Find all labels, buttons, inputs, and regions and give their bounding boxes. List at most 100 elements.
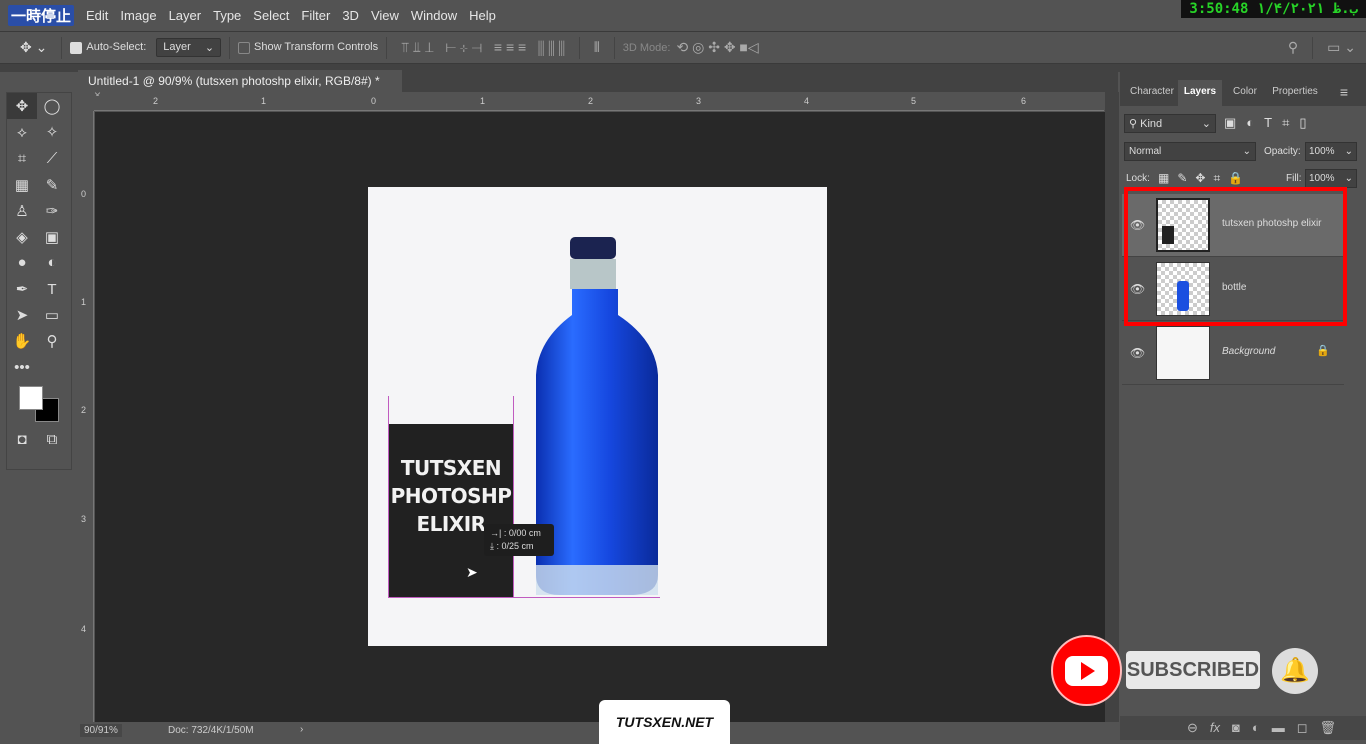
zoom-tool-icon[interactable]: ⚲ [37, 328, 67, 354]
stamp-tool-icon[interactable]: ♙ [7, 198, 37, 224]
pen-tool-icon[interactable]: ✒ [7, 276, 37, 302]
trash-icon[interactable]: 🗑 [1319, 720, 1336, 740]
app-logo: 一時停止 [8, 4, 75, 26]
layers-footer: ⊖ fx ◙ ◐ ▬ ◻ 🗑 [1120, 716, 1366, 740]
highlight-box [1124, 187, 1347, 326]
eraser-icon[interactable]: ◈ [7, 224, 37, 250]
menu-3d[interactable]: 3D [342, 8, 359, 23]
guide-line [513, 396, 514, 598]
hand-tool-icon[interactable]: ✋ [7, 328, 37, 354]
tab-character[interactable]: Character [1126, 80, 1178, 106]
auto-select-dropdown[interactable]: Layer ⌄ [156, 38, 222, 57]
ruler-label: 1 [81, 297, 87, 307]
panel-menu-icon[interactable]: ≡ [1334, 80, 1354, 106]
bell-icon[interactable]: 🔔 [1272, 648, 1318, 694]
ruler-label: 3 [81, 514, 87, 524]
tab-properties[interactable]: Properties [1266, 80, 1324, 106]
status-bar: 90/91% Doc: 732/4K/1/50M › [78, 722, 1108, 740]
zoom-level[interactable]: 90/91% [80, 724, 122, 737]
visibility-eye-icon[interactable]: 👁 [1130, 346, 1145, 360]
path-select-icon[interactable]: ➤ [7, 302, 37, 328]
ruler-label: 2 [588, 96, 594, 106]
link-layers-icon[interactable]: ⊖ [1187, 720, 1198, 740]
subscribed-button[interactable]: SUBSCRIBED [1126, 651, 1260, 689]
text-line: TUTSXEN [400, 456, 502, 480]
move-tool-icon[interactable]: ✥ [7, 93, 37, 119]
quick-mask-icon[interactable]: ◘ [7, 426, 37, 452]
lock-icons[interactable]: ▦✎✥⌗🔒 [1158, 171, 1251, 186]
eyedropper-icon[interactable]: ⟋ [37, 146, 67, 172]
ruler-label: 6 [1021, 96, 1027, 106]
opacity-value: 100% [1309, 146, 1335, 157]
distribute-icon[interactable]: ⫴ [594, 39, 600, 56]
ruler-label: 5 [911, 96, 917, 106]
auto-select-checkbox[interactable]: Auto-Select: [70, 41, 146, 54]
menu-type[interactable]: Type [213, 8, 241, 23]
screen-mode-icon[interactable]: ⧉ [37, 426, 67, 452]
ruler-label: 1 [480, 96, 486, 106]
menu-bar: 一時停止 Edit Image Layer Type Select Filter… [0, 0, 1366, 30]
ruler-label: 0 [81, 189, 87, 199]
youtube-logo[interactable] [1051, 635, 1122, 706]
lock-icon: 🔒 [1316, 345, 1330, 357]
blend-mode-dropdown[interactable]: Normal ⌄ [1124, 142, 1256, 161]
document-tab[interactable]: Untitled-1 @ 90/9% (tutsxen photoshp eli… [78, 70, 402, 102]
3d-mode-icons[interactable]: ⟲ ◎ ✣ ✥ ■◁ [676, 39, 758, 56]
layer-filter-icons[interactable]: ▣◐T⌗▯ [1224, 115, 1317, 131]
menu-filter[interactable]: Filter [301, 8, 330, 23]
vertical-scrollbar[interactable] [1105, 92, 1119, 722]
menu-view[interactable]: View [371, 8, 399, 23]
magic-wand-icon[interactable]: ✧ [37, 119, 67, 145]
fill-label: Fill: [1286, 173, 1302, 184]
group-folder-icon[interactable]: ▬ [1272, 720, 1285, 740]
workspace-icon[interactable]: ▭ ⌄ [1327, 39, 1356, 56]
menu-image[interactable]: Image [120, 8, 156, 23]
status-menu-arrow-icon[interactable]: › [300, 724, 303, 735]
menu-window[interactable]: Window [411, 8, 457, 23]
mask-icon[interactable]: ◙ [1232, 720, 1240, 740]
crop-tool-icon[interactable]: ⌗ [7, 146, 37, 172]
foreground-color-swatch[interactable] [19, 386, 43, 410]
vertical-ruler: 0 1 2 3 4 [78, 111, 94, 722]
menu-select[interactable]: Select [253, 8, 289, 23]
type-tool-icon[interactable]: T [37, 276, 67, 302]
healing-brush-icon[interactable]: ▦ [7, 172, 37, 198]
dodge-tool-icon[interactable]: ◐ [37, 250, 67, 276]
ruler-label: 4 [804, 96, 810, 106]
more-tools-icon[interactable]: ••• [7, 354, 37, 380]
layer-name[interactable]: Background [1222, 346, 1275, 357]
move-tool-icon[interactable]: ✥ ⌄ [20, 39, 47, 56]
new-layer-icon[interactable]: ◻ [1297, 720, 1308, 740]
ruler-label: 4 [81, 624, 87, 634]
cursor-icon: ➤ [466, 564, 478, 580]
fill-value: 100% [1309, 173, 1335, 184]
text-layer-box[interactable]: TUTSXEN PHOTOSHP ELIXIR [389, 424, 513, 597]
search-icon[interactable]: ⚲ [1288, 39, 1298, 56]
lasso-tool-icon[interactable]: ⟡ [7, 120, 37, 146]
rectangle-tool-icon[interactable]: ▭ [37, 302, 67, 328]
adjustment-icon[interactable]: ◐ [1252, 720, 1260, 740]
gradient-icon[interactable]: ▣ [37, 224, 67, 250]
tab-layers[interactable]: Layers [1178, 80, 1222, 106]
menu-edit[interactable]: Edit [86, 8, 108, 23]
text-line: PHOTOSHP [390, 484, 512, 508]
menu-help[interactable]: Help [469, 8, 496, 23]
tools-panel: ✥ ◯ ⟡ ✧ ⌗ ⟋ ▦ ✎ ♙ ✑ ◈ ▣ ● ◐ ✒ T ➤ ▭ ✋ ⚲ ••• ◘ ⧉ [6, 92, 72, 470]
layer-row-background[interactable]: 👁 Background 🔒 [1122, 322, 1344, 385]
blur-tool-icon[interactable]: ● [7, 250, 37, 276]
doc-size: Doc: 732/4K/1/50M [168, 725, 254, 736]
marquee-tool-icon[interactable]: ◯ [37, 93, 67, 119]
ruler-label: 2 [153, 96, 159, 106]
show-transform-checkbox[interactable]: Show Transform Controls [238, 41, 378, 54]
menu-layer[interactable]: Layer [169, 8, 202, 23]
align-icons[interactable]: ⫪ ⫫ ⊥ ⊢ ⊹ ⊣ ≡ ≡ ≡ ⫼ ⫼ ⫼ [401, 39, 565, 56]
blend-mode-value: Normal [1129, 146, 1162, 157]
opacity-field[interactable]: 100% ⌄ [1305, 142, 1357, 161]
brush-tool-icon[interactable]: ✎ [37, 172, 67, 198]
tooltip-x: 0/00 cm [508, 528, 541, 538]
tab-color[interactable]: Color [1226, 80, 1264, 106]
history-brush-icon[interactable]: ✑ [37, 198, 67, 224]
layer-filter-dropdown[interactable]: ⚲ Kind ⌄ [1124, 114, 1216, 133]
fill-field[interactable]: 100% ⌄ [1305, 169, 1357, 188]
fx-icon[interactable]: fx [1210, 720, 1220, 740]
